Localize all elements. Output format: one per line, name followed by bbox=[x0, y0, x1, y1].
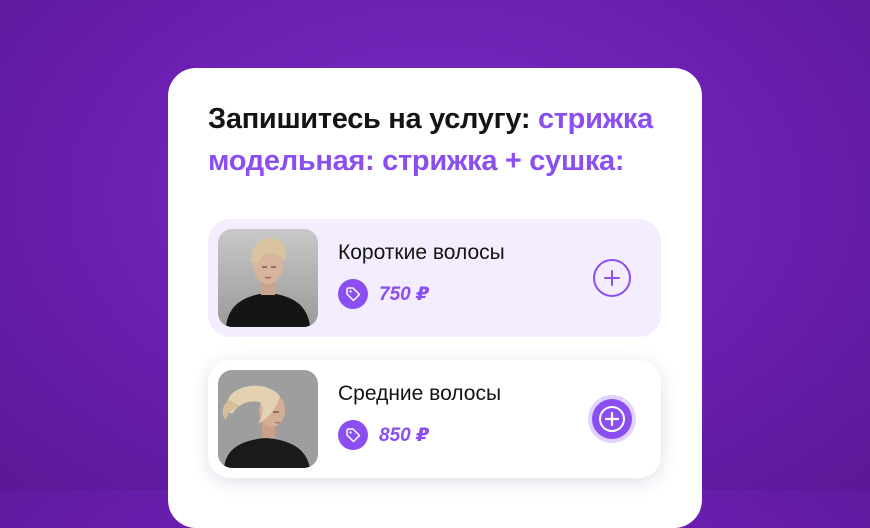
heading-text: Запишитесь на услугу: bbox=[208, 103, 538, 135]
price-row: 750 ₽ bbox=[338, 279, 429, 309]
add-medium-hair-button[interactable] bbox=[592, 399, 632, 439]
service-price: 750 ₽ bbox=[379, 283, 430, 305]
service-price: 850 ₽ bbox=[379, 424, 430, 446]
service-item-short-hair[interactable]: Короткие волосы 750 ₽ bbox=[208, 219, 661, 337]
price-tag-icon bbox=[338, 279, 368, 309]
service-name: Средние волосы bbox=[338, 382, 502, 405]
booking-heading: Запишитесь на услугу: стрижка модельная:… bbox=[208, 98, 678, 182]
plus-circle-icon bbox=[599, 406, 625, 432]
price-tag-icon bbox=[338, 420, 368, 450]
short-hair-woman-photo bbox=[218, 229, 318, 327]
service-name: Короткие волосы bbox=[338, 241, 505, 264]
medium-hair-woman-photo bbox=[218, 370, 318, 468]
service-item-medium-hair[interactable]: Средние волосы 850 ₽ bbox=[208, 360, 661, 478]
booking-card: Запишитесь на услугу: стрижка модельная:… bbox=[168, 68, 702, 528]
plus-circle-icon bbox=[604, 270, 620, 286]
price-row: 850 ₽ bbox=[338, 420, 429, 450]
add-short-hair-button[interactable] bbox=[593, 259, 631, 297]
